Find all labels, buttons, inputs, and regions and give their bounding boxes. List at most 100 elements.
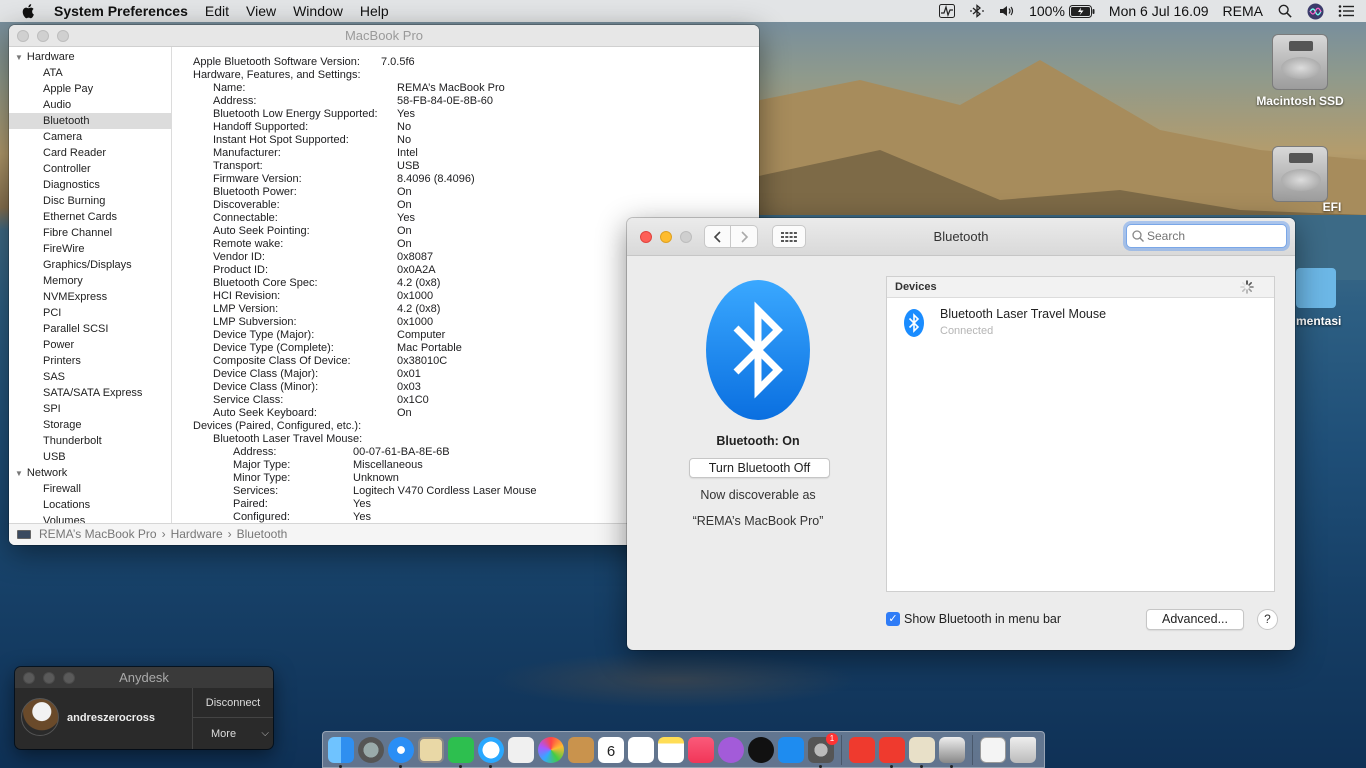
report-value: On [397, 199, 412, 211]
maps-icon[interactable] [508, 736, 534, 763]
close-button[interactable] [17, 30, 29, 42]
system-preferences-icon[interactable]: 1 [808, 732, 838, 768]
sidebar-item[interactable]: Diagnostics [9, 177, 171, 193]
anydesk-icon[interactable] [849, 736, 875, 763]
notification-center-icon[interactable] [1338, 4, 1354, 18]
path-item[interactable]: Hardware [171, 524, 223, 545]
system-information-icon[interactable] [939, 736, 965, 768]
zoom-button[interactable] [63, 672, 75, 684]
sidebar-item[interactable]: Ethernet Cards [9, 209, 171, 225]
battery-indicator[interactable]: 100% [1029, 3, 1095, 19]
sidebar-item[interactable]: Power [9, 337, 171, 353]
siri-icon[interactable] [1307, 3, 1324, 20]
calendar-icon[interactable]: 6 [598, 736, 624, 763]
activity-monitor-icon[interactable] [939, 4, 956, 18]
folder-icon [1296, 268, 1336, 308]
photos-icon[interactable] [538, 736, 564, 763]
trash-icon[interactable] [1010, 736, 1036, 763]
sidebar-item[interactable]: SAS [9, 369, 171, 385]
sidebar-item[interactable]: Volumes [9, 513, 171, 523]
sidebar-item[interactable]: Firewall [9, 481, 171, 497]
sidebar-item[interactable]: Thunderbolt [9, 433, 171, 449]
facetime-icon[interactable] [448, 736, 474, 768]
title-bar[interactable]: Anydesk [15, 667, 273, 688]
more-button[interactable]: More ⌵ [193, 719, 273, 749]
turn-bluetooth-off-button[interactable]: Turn Bluetooth Off [689, 458, 830, 478]
menu-user[interactable]: REMA [1223, 3, 1263, 19]
hard-disk-icon [1272, 34, 1328, 90]
desktop-icon-macintosh-ssd[interactable]: Macintosh SSD [1250, 34, 1350, 108]
finder-icon[interactable] [328, 736, 354, 768]
advanced-button[interactable]: Advanced... [1146, 609, 1244, 630]
sidebar-item[interactable]: Disc Burning [9, 193, 171, 209]
hard-disk-icon [1272, 146, 1328, 202]
spotlight-search-icon[interactable] [1277, 4, 1293, 18]
sidebar-item[interactable]: Storage [9, 417, 171, 433]
title-bar[interactable]: Bluetooth [627, 218, 1295, 256]
sidebar-item[interactable]: NVMExpress [9, 289, 171, 305]
sidebar-item[interactable]: PCI [9, 305, 171, 321]
preview-icon[interactable] [418, 736, 444, 763]
path-item[interactable]: Bluetooth [237, 524, 288, 545]
sidebar-item[interactable]: Apple Pay [9, 81, 171, 97]
menu-edit[interactable]: Edit [205, 3, 229, 19]
disconnect-button[interactable]: Disconnect [193, 688, 273, 718]
menu-clock[interactable]: Mon 6 Jul 16.09 [1109, 3, 1209, 19]
device-row[interactable]: Bluetooth Laser Travel Mouse Connected [887, 298, 1274, 338]
volume-icon[interactable] [999, 4, 1015, 18]
menu-help[interactable]: Help [360, 3, 389, 19]
sidebar-item[interactable]: Camera [9, 129, 171, 145]
path-item[interactable]: REMA’s MacBook Pro [39, 524, 157, 545]
minimize-button[interactable] [37, 30, 49, 42]
menu-app-name[interactable]: System Preferences [54, 3, 188, 19]
sidebar-item[interactable]: Card Reader [9, 145, 171, 161]
sidebar-item[interactable]: SATA/SATA Express [9, 385, 171, 401]
sidebar-item[interactable]: ATA [9, 65, 171, 81]
sidebar-group-network[interactable]: ▼ Network [9, 465, 171, 481]
contacts-icon[interactable] [568, 736, 594, 763]
anydesk-icon[interactable] [879, 736, 905, 768]
app-store-icon[interactable] [778, 736, 804, 763]
menu-window[interactable]: Window [293, 3, 343, 19]
report-key: Devices (Paired, Configured, etc.): [193, 420, 362, 432]
launchpad-icon[interactable] [358, 736, 384, 763]
disclosure-triangle-icon[interactable]: ▼ [15, 469, 23, 478]
music-icon[interactable] [688, 736, 714, 763]
sidebar-item[interactable]: Parallel SCSI [9, 321, 171, 337]
sidebar-item[interactable]: Audio [9, 97, 171, 113]
podcasts-icon[interactable] [718, 736, 744, 763]
installer-icon[interactable] [909, 736, 935, 768]
safari-icon[interactable] [388, 736, 414, 768]
document-icon[interactable] [980, 736, 1006, 763]
sidebar-item[interactable]: Printers [9, 353, 171, 369]
sidebar-item[interactable]: SPI [9, 401, 171, 417]
report-key: Paired: [233, 498, 268, 510]
close-button[interactable] [23, 672, 35, 684]
title-bar[interactable]: MacBook Pro [9, 25, 759, 47]
sidebar-item[interactable]: Memory [9, 273, 171, 289]
notes-icon[interactable] [658, 736, 684, 763]
zoom-button[interactable] [57, 30, 69, 42]
apple-menu-icon[interactable] [20, 2, 38, 20]
bluetooth-menu-icon[interactable] [969, 4, 985, 18]
help-button[interactable]: ? [1257, 609, 1278, 630]
minimize-button[interactable] [43, 672, 55, 684]
messages-icon[interactable] [478, 736, 504, 768]
apple-tv-icon[interactable] [748, 736, 774, 763]
sidebar-item[interactable]: Controller [9, 161, 171, 177]
show-in-menu-bar-checkbox[interactable]: ✓ Show Bluetooth in menu bar [886, 612, 1061, 626]
sidebar-item[interactable]: FireWire [9, 241, 171, 257]
sidebar-item[interactable]: Graphics/Displays [9, 257, 171, 273]
sidebar-item[interactable]: Locations [9, 497, 171, 513]
sidebar-item[interactable]: USB [9, 449, 171, 465]
reminders-icon[interactable] [628, 736, 654, 763]
search-field[interactable] [1126, 224, 1287, 248]
disclosure-triangle-icon[interactable]: ▼ [15, 53, 23, 62]
sidebar-group-hardware[interactable]: ▼ Hardware [9, 49, 171, 65]
sidebar-item[interactable]: Fibre Channel [9, 225, 171, 241]
sidebar-item[interactable]: Bluetooth [9, 113, 171, 129]
desktop-icon-efi[interactable]: EFI [1250, 146, 1350, 220]
desktop-icon-folder[interactable]: mentasi [1290, 268, 1366, 328]
search-input[interactable] [1147, 229, 1277, 243]
menu-view[interactable]: View [246, 3, 276, 19]
